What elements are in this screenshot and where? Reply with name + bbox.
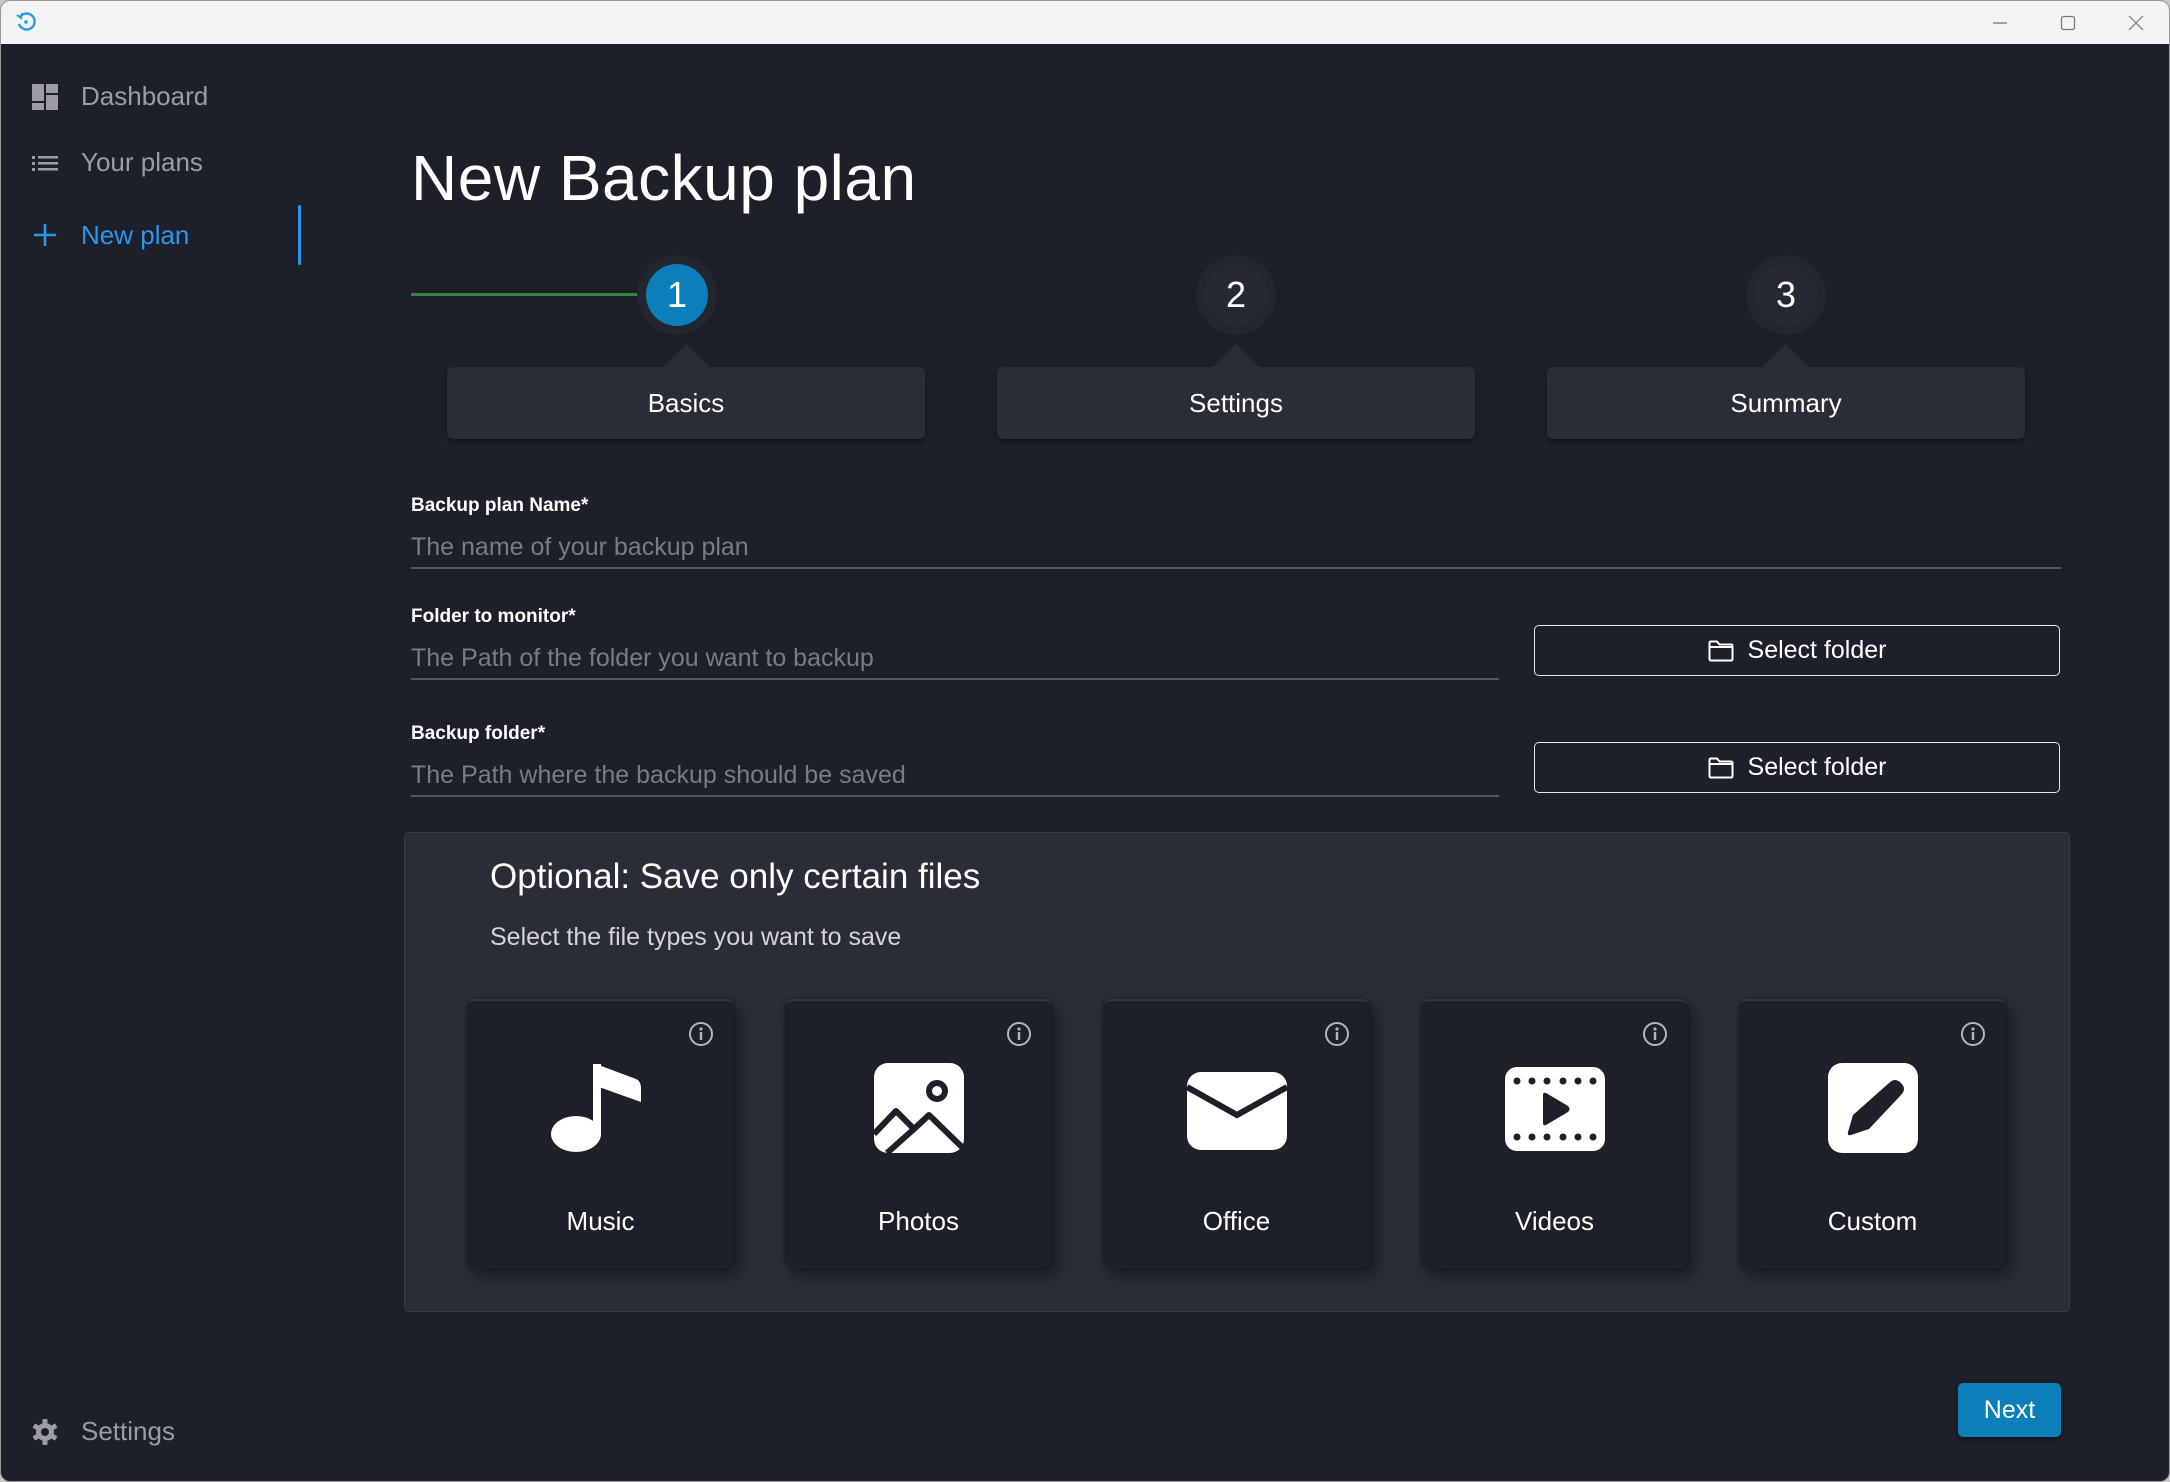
minimize-icon (1993, 21, 2007, 24)
file-type-label: Custom (1827, 1206, 1918, 1236)
plus-icon (34, 224, 56, 246)
section-title: Optional: Save only certain files (490, 857, 981, 896)
step-2-tab[interactable]: Settings (997, 344, 1475, 439)
select-folder-label: Select folder (1747, 636, 1887, 664)
dashboard-icon (32, 84, 58, 110)
info-icon[interactable] (1324, 1021, 1350, 1047)
file-type-card-office[interactable]: Office (1103, 999, 1370, 1268)
next-button[interactable]: Next (1958, 1383, 2061, 1437)
envelope-icon (1186, 1072, 1287, 1150)
gear-icon (32, 1419, 58, 1445)
sidebar-item-label: Your plans (81, 146, 203, 177)
maximize-icon (2060, 15, 2076, 30)
monitor-folder-label: Folder to monitor* (411, 606, 576, 627)
title-bar (1, 1, 2169, 44)
pencil-icon (1827, 1063, 1918, 1153)
info-icon[interactable] (1960, 1021, 1986, 1047)
select-monitor-folder-button[interactable]: Select folder (1534, 625, 2060, 676)
backup-folder-label: Backup folder* (411, 723, 546, 744)
close-icon (2128, 15, 2144, 30)
monitor-folder-input[interactable] (411, 638, 1499, 680)
select-backup-folder-button[interactable]: Select folder (1534, 742, 2060, 793)
close-button[interactable] (2103, 1, 2169, 44)
file-type-label: Photos (878, 1206, 959, 1236)
folder-icon (1708, 757, 1734, 778)
file-type-card-custom[interactable]: Custom (1739, 999, 2006, 1268)
file-type-section: Optional: Save only certain files Select… (404, 832, 2070, 1312)
plan-name-label: Backup plan Name* (411, 495, 589, 516)
info-icon[interactable] (1642, 1021, 1668, 1047)
music-note-icon (550, 1064, 641, 1152)
image-icon (871, 1063, 966, 1156)
sidebar-item-settings[interactable]: Settings (1, 1406, 301, 1456)
sidebar-item-label: New plan (81, 219, 190, 250)
step-2-indicator[interactable]: 2 (1205, 264, 1267, 326)
step-3-indicator[interactable]: 3 (1755, 264, 1817, 326)
plan-name-input[interactable] (411, 527, 2061, 569)
file-type-card-photos[interactable]: Photos (785, 999, 1052, 1268)
file-type-label: Videos (1514, 1206, 1595, 1236)
file-type-card-videos[interactable]: Videos (1421, 999, 1688, 1268)
page-title: New Backup plan (411, 142, 917, 214)
backup-folder-input[interactable] (411, 755, 1499, 797)
section-subtitle: Select the file types you want to save (490, 923, 902, 951)
app-window: Dashboard Your plans New plan Settings N… (0, 0, 2170, 1482)
maximize-button[interactable] (2035, 1, 2101, 44)
sidebar-item-label: Settings (81, 1415, 175, 1446)
step-3-tab[interactable]: Summary (1547, 344, 2025, 439)
folder-icon (1708, 640, 1734, 661)
sidebar: Dashboard Your plans New plan Settings (1, 44, 306, 1481)
step-progress-line (411, 293, 649, 296)
app-logo-icon (16, 12, 36, 31)
file-type-label: Music (566, 1206, 635, 1236)
sidebar-item-new-plan[interactable]: New plan (1, 203, 301, 267)
file-type-label: Office (1202, 1206, 1271, 1236)
step-1-indicator[interactable]: 1 (646, 264, 708, 326)
info-icon[interactable] (1006, 1021, 1032, 1047)
minimize-button[interactable] (1967, 1, 2033, 44)
sidebar-item-your-plans[interactable]: Your plans (1, 137, 301, 187)
list-icon (32, 156, 58, 171)
sidebar-item-label: Dashboard (81, 80, 209, 111)
sidebar-item-dashboard[interactable]: Dashboard (1, 71, 301, 121)
video-icon (1504, 1067, 1605, 1151)
info-icon[interactable] (688, 1021, 714, 1047)
step-1-tab[interactable]: Basics (447, 344, 925, 439)
active-indicator (298, 205, 301, 265)
file-type-card-music[interactable]: Music (467, 999, 734, 1268)
select-folder-label: Select folder (1747, 753, 1887, 781)
